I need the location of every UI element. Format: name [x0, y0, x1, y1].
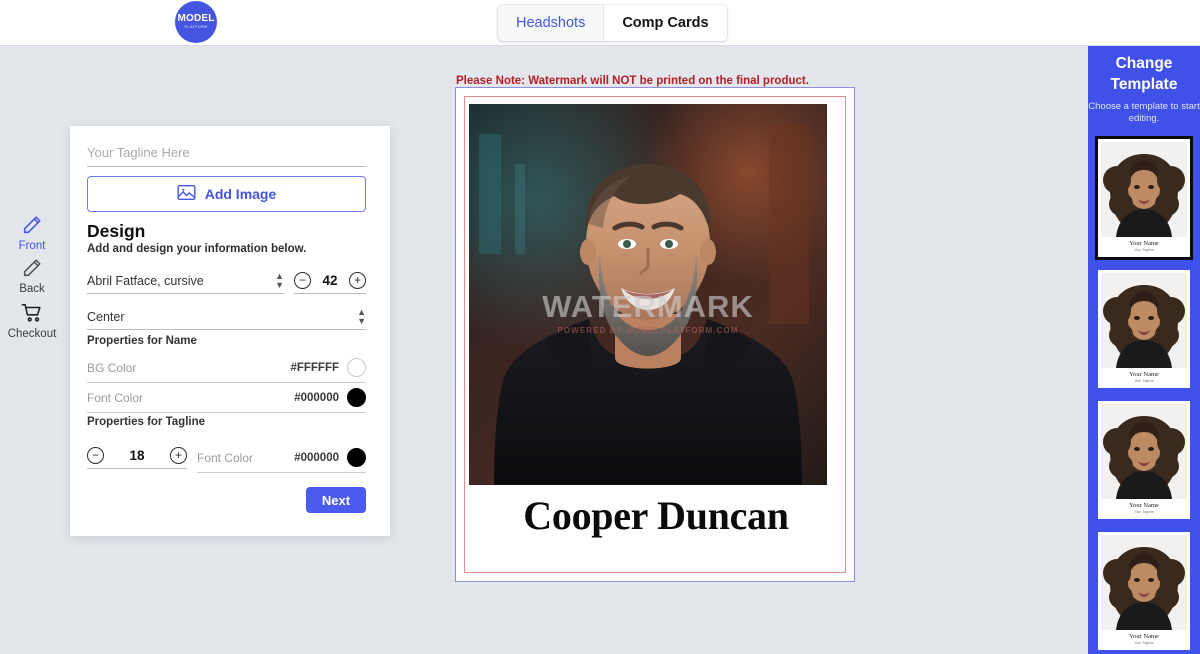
design-editor-panel: Add Image Design Add and design your inf… — [70, 126, 383, 529]
template-thumbnail-2[interactable]: Your Name Your Tagline — [1098, 269, 1190, 388]
name-font-size-increment-button[interactable]: + — [349, 272, 366, 289]
name-bg-color-row[interactable]: BG Color #FFFFFF — [87, 353, 366, 383]
name-font-size-decrement-button[interactable]: − — [294, 272, 311, 289]
name-bg-color-value: #FFFFFF — [290, 361, 339, 374]
watermark-note: Please Note: Watermark will NOT be print… — [456, 75, 809, 87]
rail-label-checkout: Checkout — [7, 328, 57, 340]
rail-label-back: Back — [19, 283, 45, 295]
product-type-tabs: Headshots Comp Cards — [498, 5, 727, 41]
add-image-button[interactable]: Add Image — [87, 176, 366, 212]
template-rail-subtitle: Choose a template to start editing. — [1088, 100, 1200, 124]
pencil-icon — [21, 214, 43, 236]
design-heading: Design — [87, 221, 146, 241]
template-tagline-label: Your Tagline — [1134, 640, 1154, 645]
rail-label-front: Front — [18, 240, 46, 252]
model-photo — [469, 104, 827, 485]
tagline-font-size-increment-button[interactable]: + — [170, 447, 187, 464]
template-rail-title: Change Template — [1088, 54, 1200, 96]
card-photo[interactable]: WATERMARK POWERED BY MODELPLATFORM.COM — [469, 104, 827, 485]
image-icon — [177, 184, 196, 204]
template-photo-icon — [1101, 141, 1187, 237]
design-subheading: Add and design your information below. — [87, 243, 307, 255]
card-name-text[interactable]: Cooper Duncan — [456, 492, 856, 539]
shopping-cart-icon — [21, 302, 43, 324]
model-platform-logo[interactable]: MODEL PLATFORM — [175, 1, 217, 43]
properties-for-name-heading: Properties for Name — [87, 335, 197, 347]
minus-icon: − — [298, 272, 306, 287]
name-bg-color-swatch[interactable] — [347, 358, 366, 377]
name-font-color-row[interactable]: Font Color #000000 — [87, 383, 366, 413]
rail-item-back[interactable]: Back — [0, 257, 64, 295]
name-font-size-stepper: − 42 + — [294, 268, 366, 294]
chevron-updown-icon: ▲ ▼ — [357, 306, 366, 326]
text-alignment-value: Center — [87, 309, 125, 324]
tagline-input[interactable] — [87, 139, 366, 167]
name-font-color-value: #000000 — [294, 391, 339, 404]
tagline-font-color-row[interactable]: Font Color #000000 — [197, 443, 366, 473]
name-font-color-swatch[interactable] — [347, 388, 366, 407]
logo-text: MODEL — [177, 13, 215, 25]
top-header-bar: MODEL PLATFORM Headshots Comp Cards — [0, 0, 1200, 46]
next-button[interactable]: Next — [306, 487, 366, 513]
template-thumbnail-list: Your Name Your Tagline Your Name Your Ta… — [1088, 135, 1200, 650]
template-tagline-label: Your Tagline — [1134, 509, 1154, 514]
plus-icon: + — [353, 272, 361, 287]
minus-icon: − — [91, 447, 99, 462]
template-thumbnail-1[interactable]: Your Name Your Tagline — [1095, 135, 1193, 260]
template-thumbnail-4[interactable]: Your Name Your Tagline — [1098, 531, 1190, 650]
name-font-color-label: Font Color — [87, 390, 144, 405]
template-tagline-label: Your Tagline — [1134, 378, 1154, 383]
tagline-font-size-decrement-button[interactable]: − — [87, 447, 104, 464]
logo-subtext: PLATFORM — [184, 24, 208, 29]
template-thumbnail-3[interactable]: Your Name Your Tagline — [1098, 400, 1190, 519]
properties-for-tagline-heading: Properties for Tagline — [87, 416, 206, 428]
pencil-icon — [21, 257, 43, 279]
tagline-font-size-stepper: − 18 + — [87, 443, 187, 469]
left-tool-rail: Front Back Checkout — [0, 46, 64, 654]
name-bg-color-label: BG Color — [87, 360, 137, 375]
comp-card-preview[interactable]: WATERMARK POWERED BY MODELPLATFORM.COM C… — [455, 87, 855, 582]
template-name-label: Your Name — [1129, 501, 1159, 509]
template-tagline-label: Your Tagline — [1134, 247, 1154, 252]
tagline-font-size-value: 18 — [129, 448, 145, 463]
font-family-select[interactable]: Abril Fatface, cursive ▲ ▼ — [87, 268, 284, 294]
add-image-label: Add Image — [204, 186, 277, 202]
template-rail: Change Template Choose a template to sta… — [1088, 46, 1200, 654]
tagline-font-color-value: #000000 — [294, 451, 339, 464]
text-alignment-select[interactable]: Center ▲ ▼ — [87, 304, 366, 330]
font-family-value: Abril Fatface, cursive — [87, 273, 204, 288]
plus-icon: + — [174, 447, 182, 462]
chevron-updown-icon: ▲ ▼ — [275, 270, 284, 290]
tab-headshots[interactable]: Headshots — [498, 5, 604, 41]
tab-comp-cards[interactable]: Comp Cards — [604, 5, 727, 41]
template-name-label: Your Name — [1129, 239, 1159, 247]
template-name-label: Your Name — [1129, 370, 1159, 378]
tagline-font-color-swatch[interactable] — [347, 448, 366, 467]
template-photo-icon — [1101, 403, 1187, 499]
rail-item-checkout[interactable]: Checkout — [0, 302, 64, 340]
template-name-label: Your Name — [1129, 632, 1159, 640]
template-rail-title-line1: Change — [1115, 55, 1173, 72]
template-photo-icon — [1101, 534, 1187, 630]
name-font-size-value: 42 — [322, 273, 338, 288]
tagline-font-color-label: Font Color — [197, 450, 254, 465]
template-rail-title-line2: Template — [1110, 75, 1178, 93]
rail-item-front[interactable]: Front — [0, 214, 64, 252]
template-photo-icon — [1101, 272, 1187, 368]
